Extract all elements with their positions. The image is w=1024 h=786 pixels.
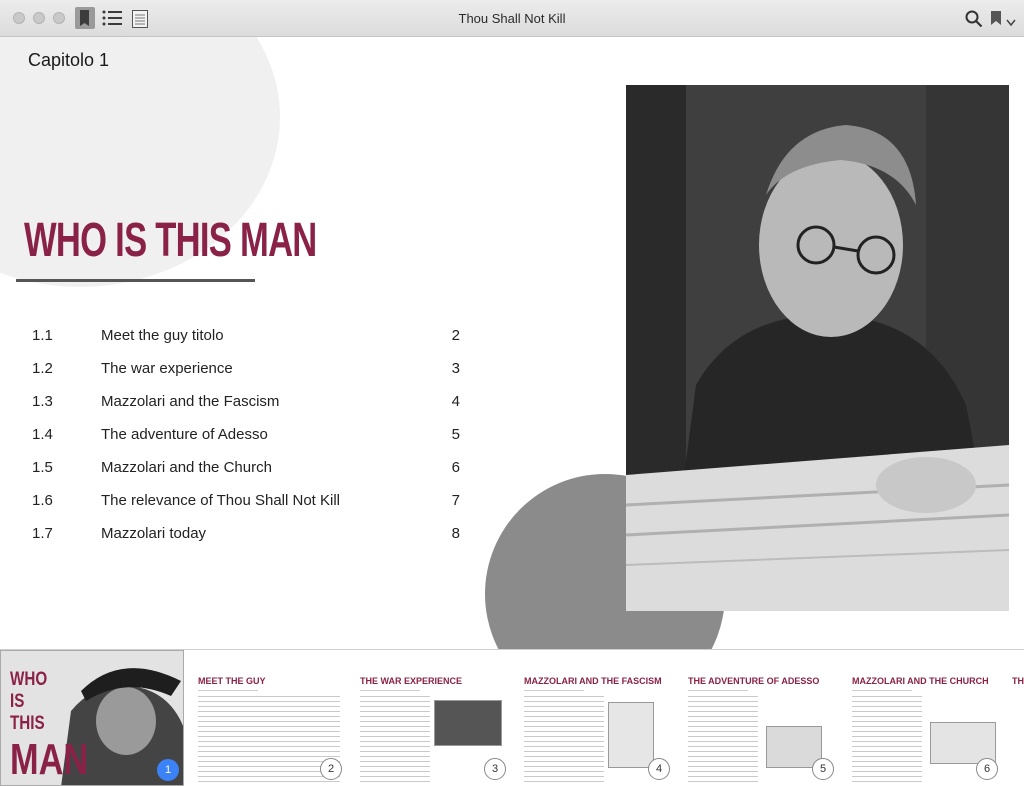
window-title: Thou Shall Not Kill bbox=[458, 11, 566, 26]
toc-item-title: The war experience bbox=[101, 360, 233, 377]
thumbnail-page-2[interactable]: MEET THE GUY 2 bbox=[190, 666, 348, 784]
book-page: Capitolo 1 WHO IS THIS MAN 1.1 Meet the … bbox=[0, 37, 1024, 649]
thumbnail-page-5[interactable]: THE ADVENTURE OF ADESSO 5 bbox=[680, 666, 838, 784]
title-bar: Thou Shall Not Kill bbox=[0, 0, 1024, 37]
toc-list-icon[interactable] bbox=[102, 10, 122, 31]
toc-item-title: Meet the guy titolo bbox=[101, 327, 224, 344]
thumbnail-page-1[interactable]: WHO IS THIS MAN 1 bbox=[0, 650, 184, 786]
chevron-down-icon[interactable] bbox=[1006, 14, 1016, 32]
page-number-badge: 3 bbox=[484, 758, 506, 780]
thumbnail-title: MAZZOLARI AND THE CHURCH bbox=[852, 676, 989, 686]
thumbnail-title: THE WAR EXPERIENCE bbox=[360, 676, 463, 686]
thumbnail-photo bbox=[608, 702, 654, 768]
thumbnail-page-6[interactable]: MAZZOLARI AND THE CHURCH 6 bbox=[844, 666, 1002, 784]
thumbnail-title: MAZZOLARI AND THE FASCISM bbox=[524, 676, 662, 686]
toc-item-title: The relevance of Thou Shall Not Kill bbox=[101, 492, 341, 509]
toc-item-page: 8 bbox=[451, 525, 460, 542]
toc-item[interactable]: 1.7 Mazzolari today 8 bbox=[32, 525, 462, 558]
thumbnail-page-7[interactable]: THE bbox=[1006, 666, 1024, 784]
thumbnail-title: MEET THE GUY bbox=[198, 676, 266, 686]
notes-icon[interactable] bbox=[132, 10, 148, 33]
toc-item-title: Mazzolari and the Church bbox=[101, 459, 272, 476]
chapter-label: Capitolo 1 bbox=[28, 50, 110, 70]
toc-item-title: The adventure of Adesso bbox=[101, 426, 268, 443]
toc-item-number: 1.2 bbox=[32, 360, 53, 377]
cover-title-line: MAN bbox=[10, 735, 89, 784]
toc-item[interactable]: 1.5 Mazzolari and the Church 6 bbox=[32, 459, 462, 492]
page-number-badge: 2 bbox=[320, 758, 342, 780]
toc-item-number: 1.3 bbox=[32, 393, 53, 410]
cover-title-line: WHO bbox=[10, 669, 48, 690]
toc-item-page: 2 bbox=[451, 327, 460, 344]
page-number-badge: 6 bbox=[976, 758, 998, 780]
thumbnail-photo bbox=[434, 700, 502, 746]
thumbnail-page-4[interactable]: MAZZOLARI AND THE FASCISM 4 bbox=[516, 666, 674, 784]
page-number-badge: 5 bbox=[812, 758, 834, 780]
toc-item-number: 1.5 bbox=[32, 459, 53, 476]
zoom-button[interactable] bbox=[53, 12, 65, 24]
toc-item-page: 3 bbox=[451, 360, 460, 377]
toc-item[interactable]: 1.1 Meet the guy titolo 2 bbox=[32, 327, 462, 360]
chapter-headline: WHO IS THIS MAN bbox=[24, 214, 317, 267]
cover-title-line: THIS bbox=[10, 713, 45, 734]
table-of-contents: 1.1 Meet the guy titolo 2 1.2 The war ex… bbox=[32, 327, 462, 558]
library-icon[interactable] bbox=[74, 6, 96, 35]
toc-item-page: 5 bbox=[451, 426, 460, 443]
minimize-button[interactable] bbox=[33, 12, 45, 24]
toc-item[interactable]: 1.6 The relevance of Thou Shall Not Kill… bbox=[32, 492, 462, 525]
toc-item-number: 1.1 bbox=[32, 327, 53, 344]
thumbnail-page-3[interactable]: THE WAR EXPERIENCE 3 bbox=[352, 666, 510, 784]
cover-title-line: IS bbox=[10, 691, 25, 712]
toc-item-number: 1.6 bbox=[32, 492, 53, 509]
toc-item-title: Mazzolari today bbox=[101, 525, 207, 542]
toc-item-page: 6 bbox=[451, 459, 460, 476]
toc-item-number: 1.7 bbox=[32, 525, 53, 542]
page-number-badge: 4 bbox=[648, 758, 670, 780]
page-thumbnail-strip: WHO IS THIS MAN 1 MEET THE GUY 2 THE WAR… bbox=[0, 649, 1024, 786]
portrait-photo bbox=[626, 85, 1009, 611]
bookmark-icon[interactable] bbox=[990, 10, 1002, 31]
close-button[interactable] bbox=[13, 12, 25, 24]
toc-item[interactable]: 1.2 The war experience 3 bbox=[32, 360, 462, 393]
toc-item[interactable]: 1.4 The adventure of Adesso 5 bbox=[32, 426, 462, 459]
toc-item[interactable]: 1.3 Mazzolari and the Fascism 4 bbox=[32, 393, 462, 426]
toc-item-page: 7 bbox=[451, 492, 460, 509]
headline-divider bbox=[16, 279, 255, 282]
search-icon[interactable] bbox=[965, 10, 983, 33]
page-number-badge: 1 bbox=[157, 759, 179, 781]
toc-item-page: 4 bbox=[451, 393, 460, 410]
toc-item-number: 1.4 bbox=[32, 426, 53, 443]
thumbnail-title: THE ADVENTURE OF ADESSO bbox=[688, 676, 820, 686]
toc-item-title: Mazzolari and the Fascism bbox=[101, 393, 280, 410]
thumbnail-title: THE bbox=[1012, 676, 1024, 686]
